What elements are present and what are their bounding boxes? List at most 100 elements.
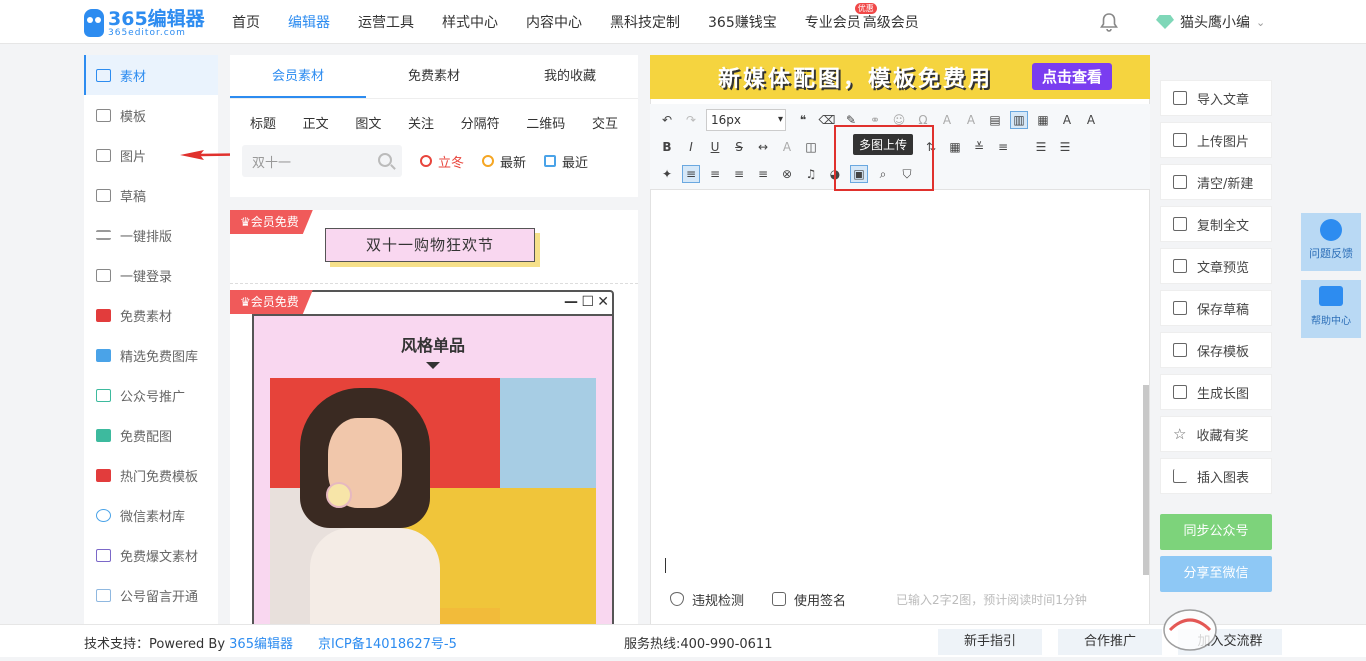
align-justify-icon[interactable]: ≡ (754, 165, 772, 183)
search-icon[interactable] (378, 153, 392, 167)
sidebar-item-promotion[interactable]: 公众号推广 (84, 375, 218, 415)
search-input[interactable]: 双十一 (242, 145, 402, 177)
music-icon[interactable]: ♫ (802, 165, 820, 183)
horizontal-line-icon[interactable]: ↔ (754, 138, 772, 156)
category-interactive[interactable]: 交互 (580, 113, 630, 132)
help-center-button[interactable]: 帮助中心 (1301, 280, 1361, 338)
logo[interactable]: 365编辑器 365editor.com (84, 8, 205, 38)
tag-recent[interactable]: 最近 (544, 152, 588, 171)
ad-banner[interactable]: 新媒体配图，模板免费用 点击查看 (650, 55, 1150, 99)
import-article-button[interactable]: 导入文章 (1160, 80, 1272, 116)
editor-scrollbar[interactable] (1143, 385, 1149, 575)
nav-senior-member[interactable]: 高级会员 (863, 12, 919, 32)
category-divider[interactable]: 分隔符 (449, 113, 512, 132)
feedback-button[interactable]: 问题反馈 (1301, 213, 1361, 271)
font-size-select[interactable]: 16px (706, 109, 786, 131)
insert-chart-button[interactable]: 插入图表 (1160, 458, 1272, 494)
paste-icon[interactable]: ▤ (986, 111, 1004, 129)
material-card[interactable]: ♛会员免费 — ☐ ✕ 风格单品 (230, 284, 638, 625)
redo-icon[interactable]: ↷ (682, 111, 700, 129)
magic-wand-icon[interactable]: ✦ (658, 165, 676, 183)
tab-my-favorites[interactable]: 我的收藏 (502, 55, 638, 98)
unordered-list-icon[interactable]: ☰ (1056, 138, 1074, 156)
tab-member-material[interactable]: 会员素材 (230, 55, 366, 98)
nav-pro-member[interactable]: 专业会员 优惠 (805, 3, 877, 32)
material-card[interactable]: ♛会员免费 双十一购物狂欢节 (230, 210, 638, 284)
support-link[interactable]: 365编辑器 (229, 637, 293, 652)
support-prefix: 技术支持：Powered By (84, 637, 230, 652)
category-body[interactable]: 正文 (291, 113, 341, 132)
table-icon[interactable]: ▦ (946, 138, 964, 156)
ordered-list-icon[interactable]: ☰ (1032, 138, 1050, 156)
font-size-up-icon[interactable]: A (938, 111, 956, 129)
line-spacing-icon[interactable]: A (1082, 111, 1100, 129)
sidebar-item-free-material[interactable]: 免费素材 (84, 295, 218, 335)
nav-custom-tech[interactable]: 黑科技定制 (610, 12, 680, 32)
clear-new-button[interactable]: 清空/新建 (1160, 164, 1272, 200)
user-menu[interactable]: 猫头鹰小编 ⌄ (1156, 12, 1265, 32)
tag-lidong[interactable]: 立冬 (420, 152, 464, 171)
underline-icon[interactable]: U (706, 138, 724, 156)
sidebar-item-draft[interactable]: 草稿 (84, 175, 218, 215)
align-left-icon[interactable]: ≡ (682, 165, 700, 183)
nav-ops-tools[interactable]: 运营工具 (358, 12, 414, 32)
copy-all-button[interactable]: 复制全文 (1160, 206, 1272, 242)
undo-icon[interactable]: ↶ (658, 111, 676, 129)
font-size-down-icon[interactable]: A (962, 111, 980, 129)
sidebar-item-comment[interactable]: 公号留言开通 (84, 575, 218, 615)
ad-button[interactable]: 点击查看 (1032, 63, 1113, 90)
share-wechat-button[interactable]: 分享至微信 (1160, 556, 1272, 592)
strikethrough-icon[interactable]: S (730, 138, 748, 156)
tab-free-material[interactable]: 免费素材 (366, 55, 502, 98)
nav-editor[interactable]: 编辑器 (288, 12, 330, 32)
sidebar-item-gallery[interactable]: 精选免费图库 (84, 335, 218, 375)
preview-button[interactable]: 文章预览 (1160, 248, 1272, 284)
sidebar-item-template[interactable]: 模板 (84, 95, 218, 135)
nav-home[interactable]: 首页 (232, 12, 260, 32)
video-icon[interactable]: ⊗ (778, 165, 796, 183)
sidebar-item-viral-article[interactable]: 免费爆文素材 (84, 535, 218, 575)
sidebar-item-free-picture[interactable]: 免费配图 (84, 415, 218, 455)
category-image-text[interactable]: 图文 (343, 113, 393, 132)
bold-icon[interactable]: B (658, 138, 676, 156)
nav-content-center[interactable]: 内容中心 (526, 12, 582, 32)
indent-icon[interactable]: ≚ (970, 138, 988, 156)
sidebar-item-material[interactable]: 素材 (84, 55, 218, 95)
signature-button[interactable]: 使用签名 (772, 590, 846, 609)
cooperate-button[interactable]: 合作推广 (1058, 629, 1162, 655)
quote-icon[interactable]: ❝ (794, 111, 812, 129)
long-image-button[interactable]: 生成长图 (1160, 374, 1272, 410)
tag-latest[interactable]: 最新 (482, 152, 526, 171)
guide-button[interactable]: 新手指引 (938, 629, 1042, 655)
watermark (1160, 600, 1366, 657)
category-title[interactable]: 标题 (238, 113, 288, 132)
upload-image-button[interactable]: 上传图片 (1160, 122, 1272, 158)
nav-style-center[interactable]: 样式中心 (442, 12, 498, 32)
align-right-icon[interactable]: ≡ (730, 165, 748, 183)
favorite-reward-button[interactable]: ☆ 收藏有奖 (1160, 416, 1272, 452)
paragraph-spacing-icon[interactable]: ≡ (994, 138, 1012, 156)
compliance-check-button[interactable]: 违规检测 (670, 590, 744, 609)
nav-earn[interactable]: 365赚钱宝 (708, 12, 777, 32)
icp-link[interactable]: 京ICP备14018627号-5 (318, 633, 457, 652)
sidebar-item-hot-template[interactable]: 热门免费模板 (84, 455, 218, 495)
italic-icon[interactable]: I (682, 138, 700, 156)
sidebar-item-wechat-library[interactable]: 微信素材库 (84, 495, 218, 535)
comment-icon (96, 588, 111, 602)
category-follow[interactable]: 关注 (396, 113, 446, 132)
bell-icon[interactable] (1100, 12, 1118, 32)
sidebar-item-one-click-layout[interactable]: 一键排版 (84, 215, 218, 255)
vip-badge: ♛会员免费 (230, 210, 313, 234)
background-color-icon[interactable]: ◫ (802, 138, 820, 156)
sidebar-item-one-click-login[interactable]: 一键登录 (84, 255, 218, 295)
layout-left-icon[interactable]: ▥ (1010, 111, 1028, 129)
save-draft-button[interactable]: 保存草稿 (1160, 290, 1272, 326)
layout-right-icon[interactable]: ▦ (1034, 111, 1052, 129)
sync-wechat-button[interactable]: 同步公众号 (1160, 514, 1272, 550)
text-cursor (665, 558, 666, 573)
font-color-icon[interactable]: A (778, 138, 796, 156)
letter-spacing-icon[interactable]: A (1058, 111, 1076, 129)
align-center-icon[interactable]: ≡ (706, 165, 724, 183)
save-template-button[interactable]: 保存模板 (1160, 332, 1272, 368)
category-qrcode[interactable]: 二维码 (514, 113, 577, 132)
